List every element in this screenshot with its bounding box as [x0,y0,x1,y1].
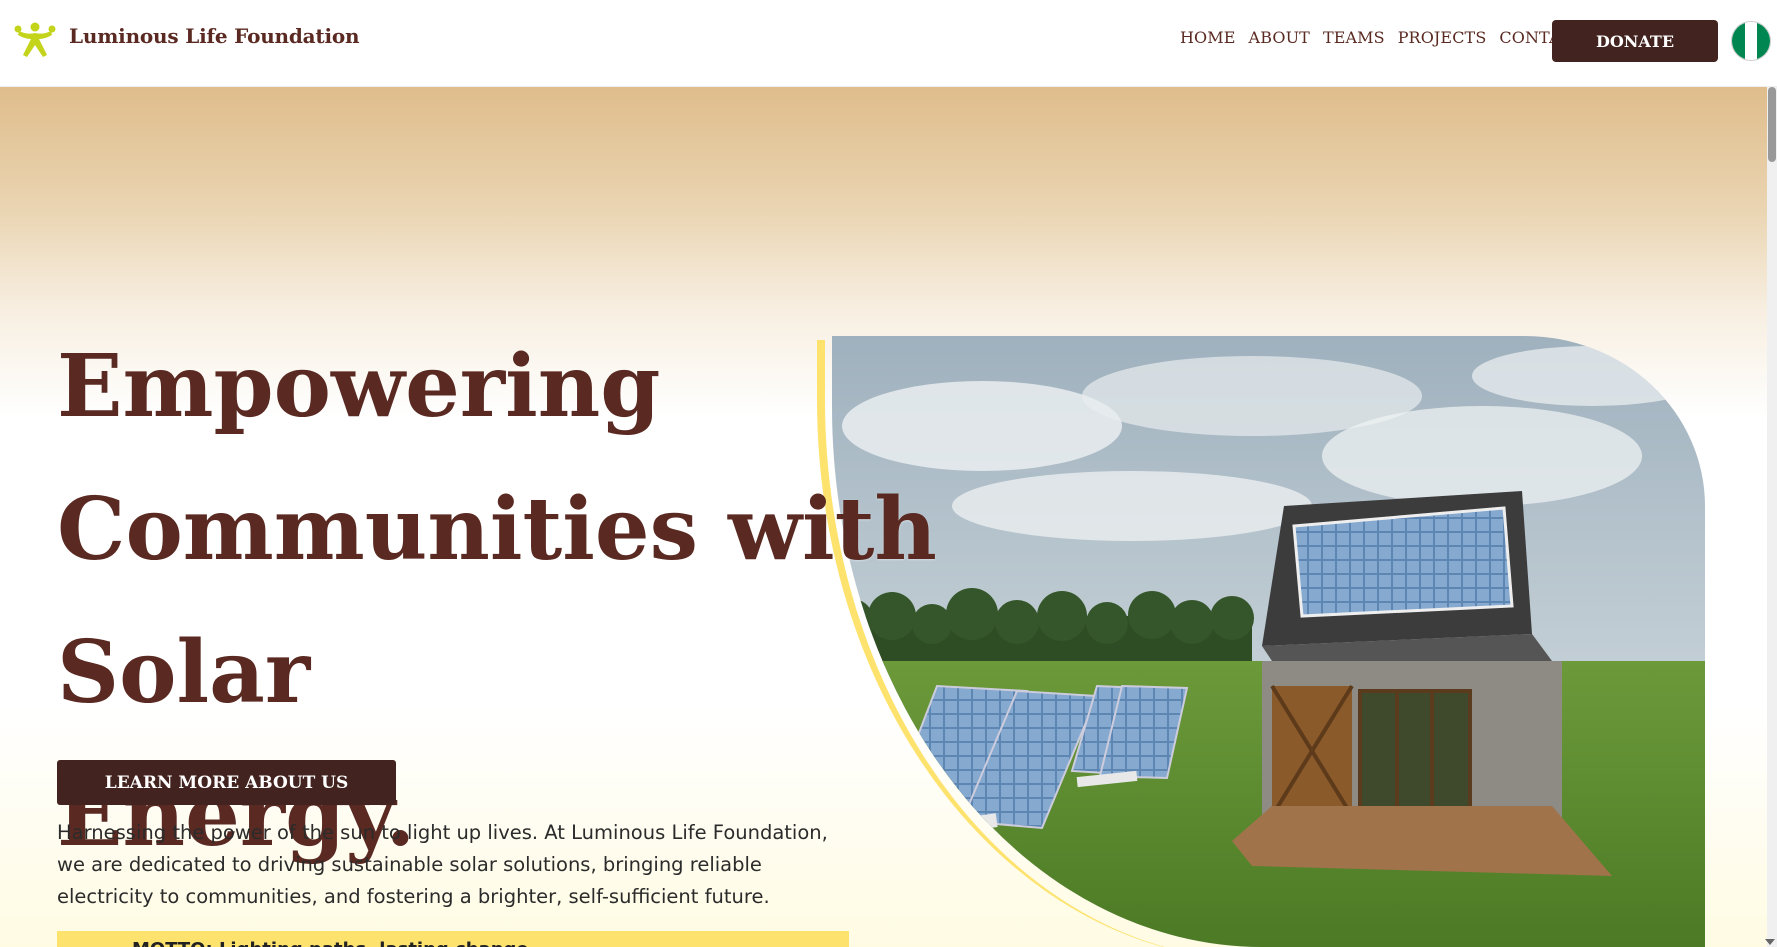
hero-heading-line-2: Communities with Solar [57,479,937,723]
hero-description: Harnessing the power of the sun to light… [57,821,828,908]
nav-teams[interactable]: TEAMS [1323,28,1385,47]
brand-name[interactable]: Luminous Life Foundation [69,24,360,48]
scrollbar-thumb[interactable] [1768,87,1776,162]
nav-about[interactable]: ABOUT [1249,28,1310,47]
donate-button[interactable]: DONATE [1552,20,1718,62]
motto-banner: MOTTO: Lighting paths, lasting change [57,931,849,947]
nav-projects[interactable]: PROJECTS [1398,28,1487,47]
nigeria-flag-icon[interactable] [1731,21,1771,61]
site-header: Luminous Life Foundation HOME ABOUT TEAM… [0,0,1777,87]
motto-text: MOTTO: Lighting paths, lasting change [132,939,529,947]
learn-more-button[interactable]: LEARN MORE ABOUT US [57,760,396,805]
page-scrollbar[interactable] [1765,87,1777,947]
sun-figure-icon[interactable] [13,19,57,63]
hero-heading-line-1: Empowering [57,336,661,437]
main-nav: HOME ABOUT TEAMS PROJECTS CONTACT [1180,28,1584,47]
nav-home[interactable]: HOME [1180,28,1236,47]
scroll-down-arrow-icon[interactable] [1765,939,1775,945]
